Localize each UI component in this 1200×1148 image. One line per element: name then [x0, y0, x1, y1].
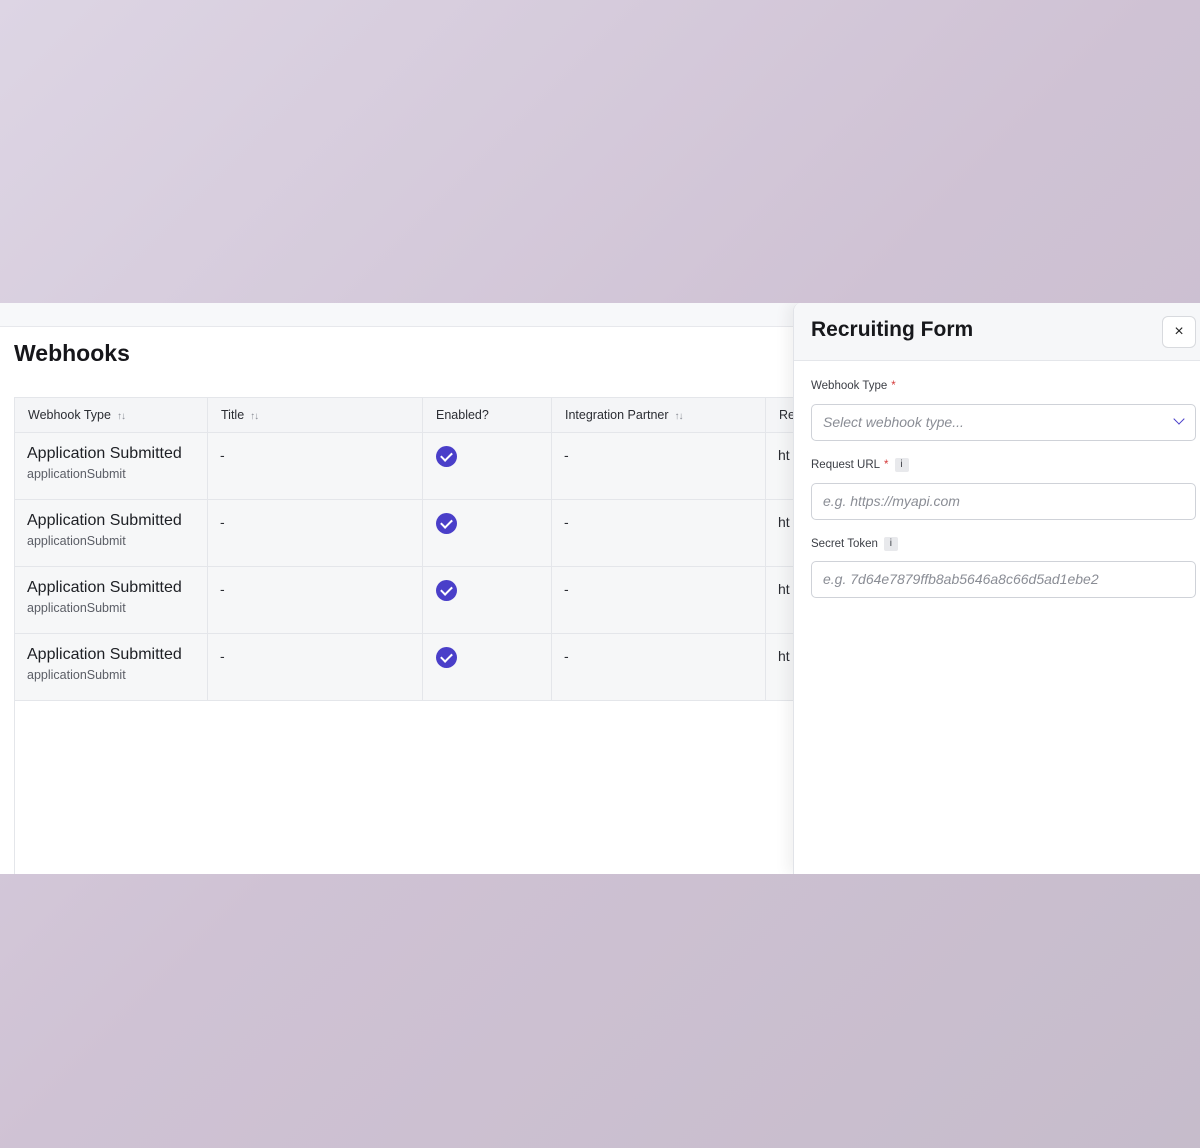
cell-title: - — [208, 500, 423, 567]
select-placeholder: Select webhook type... — [823, 414, 964, 430]
table-row[interactable]: Application Submitted applicationSubmit … — [15, 500, 815, 567]
label-text: Request URL — [811, 459, 881, 472]
webhook-type-label: Webhook Type * — [811, 380, 896, 392]
cell-webhook-type: Application Submitted applicationSubmit — [15, 567, 208, 634]
column-label: Webhook Type — [28, 408, 111, 422]
table-row[interactable]: Application Submitted applicationSubmit … — [15, 634, 815, 701]
check-circle-icon — [436, 446, 457, 467]
column-label: Title — [221, 408, 245, 422]
table-row[interactable]: Application Submitted applicationSubmit … — [15, 567, 815, 634]
partner-text: - — [564, 447, 569, 463]
column-label: Enabled? — [436, 408, 489, 422]
recruiting-form-panel: Recruiting Form × Webhook Type * Select w… — [793, 303, 1200, 874]
sort-icon[interactable]: ↑↓ — [117, 411, 126, 422]
secret-token-label: Secret Token i — [811, 537, 898, 551]
partner-text: - — [564, 581, 569, 597]
title-text: - — [220, 648, 225, 664]
webhooks-table: Webhook Type ↑↓ Title ↑↓ Enabled? Integrat… — [14, 397, 815, 874]
required-mark: * — [884, 459, 889, 472]
webhook-type-text: Application Submitted — [27, 445, 182, 462]
column-header-webhook-type[interactable]: Webhook Type ↑↓ — [15, 398, 208, 433]
partner-text: - — [564, 514, 569, 530]
check-circle-icon — [436, 580, 457, 601]
url-text: ht — [778, 447, 790, 463]
table-row[interactable]: Application Submitted applicationSubmit … — [15, 433, 815, 500]
cell-title: - — [208, 634, 423, 701]
webhook-type-select[interactable]: Select webhook type... — [811, 404, 1196, 441]
partner-text: - — [564, 648, 569, 664]
label-text: Webhook Type — [811, 380, 888, 392]
cell-enabled — [423, 634, 552, 701]
app-window: Webhooks Webhook Type ↑↓ Title ↑↓ Enabled?… — [0, 303, 1200, 874]
check-circle-icon — [436, 513, 457, 534]
column-header-enabled: Enabled? — [423, 398, 552, 433]
webhook-type-key: applicationSubmit — [27, 601, 126, 615]
label-text: Secret Token — [811, 538, 878, 551]
column-header-integration-partner[interactable]: Integration Partner ↑↓ — [552, 398, 766, 433]
cell-integration-partner: - — [552, 567, 766, 634]
url-text: ht — [778, 648, 790, 664]
webhook-type-text: Application Submitted — [27, 579, 182, 596]
chevron-down-icon[interactable] — [1173, 413, 1185, 425]
cell-enabled — [423, 433, 552, 500]
cell-integration-partner: - — [552, 634, 766, 701]
title-text: - — [220, 447, 225, 463]
cell-integration-partner: - — [552, 500, 766, 567]
title-text: - — [220, 581, 225, 597]
column-label: Integration Partner — [565, 408, 669, 422]
info-icon[interactable]: i — [894, 458, 909, 472]
title-text: - — [220, 514, 225, 530]
info-icon[interactable]: i — [883, 537, 898, 551]
close-button[interactable]: × — [1162, 316, 1196, 348]
url-text: ht — [778, 581, 790, 597]
url-text: ht — [778, 514, 790, 530]
webhook-type-key: applicationSubmit — [27, 668, 126, 682]
webhook-type-key: applicationSubmit — [27, 534, 126, 548]
cell-webhook-type: Application Submitted applicationSubmit — [15, 500, 208, 567]
check-circle-icon — [436, 647, 457, 668]
webhook-type-key: applicationSubmit — [27, 467, 126, 481]
cell-integration-partner: - — [552, 433, 766, 500]
column-header-title[interactable]: Title ↑↓ — [208, 398, 423, 433]
page-title: Webhooks — [14, 340, 130, 366]
panel-header: Recruiting Form × — [794, 303, 1200, 361]
required-mark: * — [891, 380, 896, 392]
input-placeholder: e.g. 7d64e7879ffb8ab5646a8c66d5ad1ebe2 — [823, 571, 1099, 587]
webhook-type-text: Application Submitted — [27, 512, 182, 529]
panel-title: Recruiting Form — [811, 318, 974, 341]
cell-webhook-type: Application Submitted applicationSubmit — [15, 634, 208, 701]
sort-icon[interactable]: ↑↓ — [675, 411, 684, 422]
request-url-label: Request URL * i — [811, 458, 909, 472]
cell-title: - — [208, 567, 423, 634]
request-url-input[interactable]: e.g. https://myapi.com — [811, 483, 1196, 520]
cell-webhook-type: Application Submitted applicationSubmit — [15, 433, 208, 500]
sort-icon[interactable]: ↑↓ — [250, 411, 259, 422]
cell-title: - — [208, 433, 423, 500]
input-placeholder: e.g. https://myapi.com — [823, 493, 960, 509]
cell-enabled — [423, 500, 552, 567]
cell-enabled — [423, 567, 552, 634]
webhook-type-text: Application Submitted — [27, 646, 182, 663]
secret-token-input[interactable]: e.g. 7d64e7879ffb8ab5646a8c66d5ad1ebe2 — [811, 561, 1196, 598]
table-header: Webhook Type ↑↓ Title ↑↓ Enabled? Integrat… — [15, 397, 815, 433]
